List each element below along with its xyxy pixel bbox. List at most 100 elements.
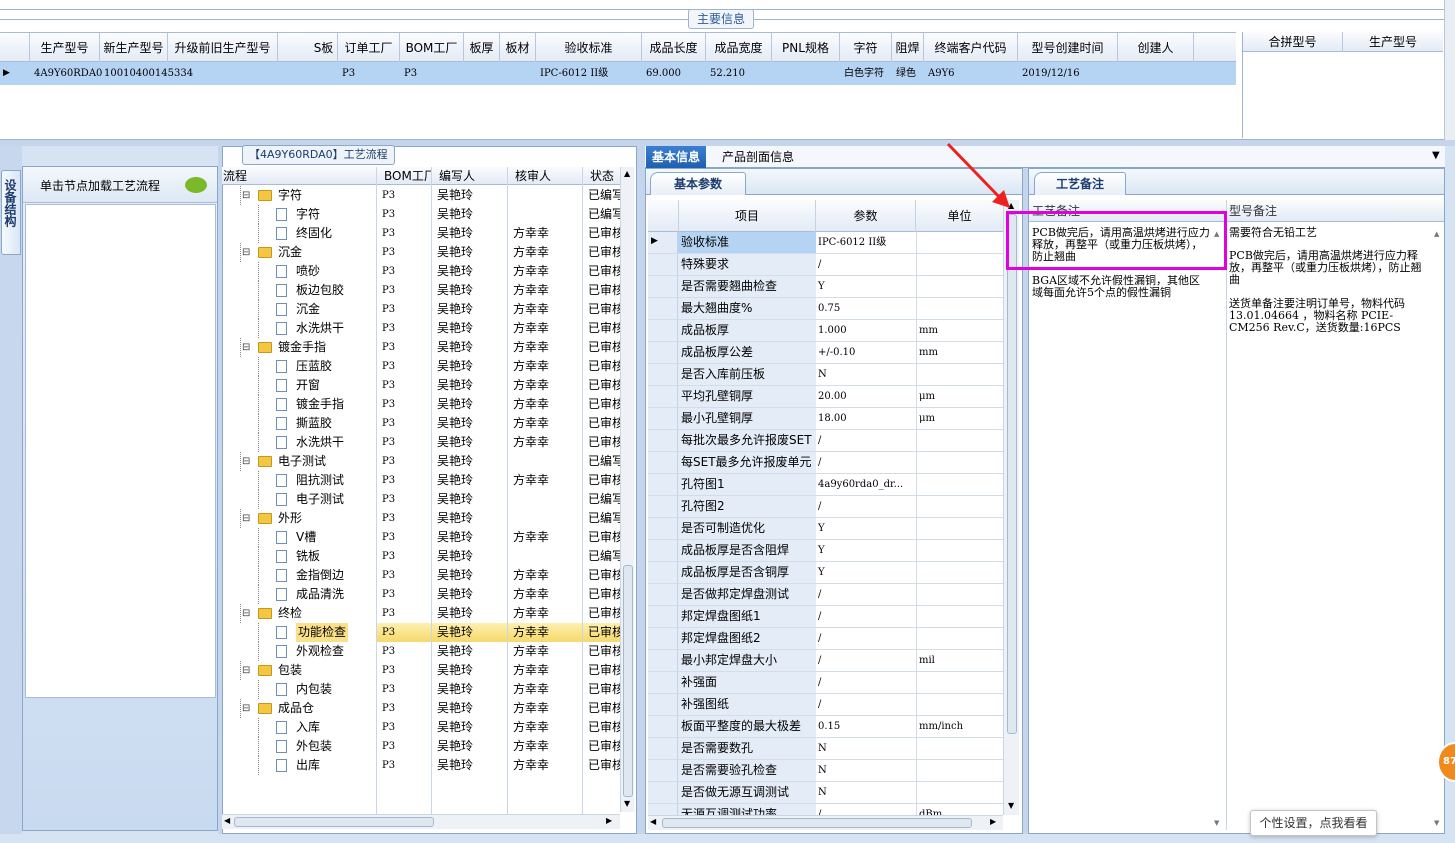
prop-row[interactable]: 补强图纸 / bbox=[648, 694, 1003, 716]
scroll-left-icon[interactable]: ◀ bbox=[650, 817, 656, 826]
prop-row[interactable]: 每批次最多允许报废SET / bbox=[648, 430, 1003, 452]
prop-unit bbox=[916, 584, 1003, 605]
prop-value[interactable]: +/-0.10 bbox=[816, 342, 916, 363]
prop-value[interactable]: 0.15 bbox=[816, 716, 916, 737]
prop-row[interactable]: 邦定焊盘图纸2/ bbox=[648, 628, 1003, 650]
prop-value[interactable]: N bbox=[816, 760, 916, 781]
prop-row[interactable]: 成品板厚是否含铜厚 Y bbox=[648, 562, 1003, 584]
props-vscrollbar[interactable]: ▲ ▼ bbox=[1003, 200, 1019, 815]
tree-hscrollbar[interactable]: ◀ ▶ bbox=[222, 814, 620, 829]
prop-row-header bbox=[648, 430, 678, 451]
prop-unit: mm bbox=[916, 342, 1003, 363]
scroll-left-icon[interactable]: ◀ bbox=[224, 816, 230, 825]
prop-row-header bbox=[648, 320, 678, 341]
prop-value[interactable]: Y bbox=[816, 540, 916, 561]
scroll-right-icon[interactable]: ▶ bbox=[606, 816, 612, 825]
prop-value[interactable]: / bbox=[816, 694, 916, 715]
prop-row[interactable]: 是否做无源互调测试 N bbox=[648, 782, 1003, 804]
prop-value[interactable]: / bbox=[816, 804, 916, 815]
prop-row[interactable]: 平均孔壁铜厚 20.00 μm bbox=[648, 386, 1003, 408]
prop-value[interactable]: / bbox=[816, 452, 916, 473]
prop-row[interactable]: 每SET最多允许报废单元 / bbox=[648, 452, 1003, 474]
prop-value[interactable]: / bbox=[816, 584, 916, 605]
prop-row[interactable]: 是否入库前压板 N bbox=[648, 364, 1003, 386]
prop-unit bbox=[916, 430, 1003, 451]
prop-row-header bbox=[648, 628, 678, 649]
prop-row-header bbox=[648, 760, 678, 781]
prop-unit bbox=[916, 628, 1003, 649]
prop-value[interactable]: N bbox=[816, 364, 916, 385]
prop-value[interactable]: / bbox=[816, 650, 916, 671]
prop-row[interactable]: 最小孔壁铜厚 18.00 μm bbox=[648, 408, 1003, 430]
model-note-1: 需要符合无铅工艺 bbox=[1229, 226, 1317, 239]
prop-unit: mm/inch bbox=[916, 716, 1003, 737]
prop-row[interactable]: 成品板厚公差 +/-0.10 mm bbox=[648, 342, 1003, 364]
prop-row[interactable]: 成品板厚是否含阻焊 Y bbox=[648, 540, 1003, 562]
prop-row[interactable]: ▶ 验收标准 IPC-6012 II级 bbox=[648, 232, 1003, 254]
subtab-process-notes[interactable]: 工艺备注 bbox=[1034, 172, 1126, 195]
prop-value[interactable]: 18.00 bbox=[816, 408, 916, 429]
scroll-down-icon[interactable]: ▼ bbox=[1008, 801, 1014, 810]
prop-value[interactable]: 1.000 bbox=[816, 320, 916, 341]
model-note-3: 送货单备注要注明订单号，物料代码13.01.04664 ，物料名称 PCIE-C… bbox=[1229, 297, 1405, 334]
prop-value[interactable]: 0.75 bbox=[816, 298, 916, 319]
prop-row[interactable]: 补强面 / bbox=[648, 672, 1003, 694]
prop-row[interactable]: 板面平整度的最大极差 0.15 mm/inch bbox=[648, 716, 1003, 738]
prop-row[interactable]: 孔符图2/ bbox=[648, 496, 1003, 518]
note-scroll-up-icon[interactable]: ▲ bbox=[1434, 230, 1439, 238]
model-notes-col[interactable]: 型号备注 bbox=[1229, 200, 1277, 222]
prop-value[interactable]: / bbox=[816, 672, 916, 693]
prop-value[interactable]: Y bbox=[816, 518, 916, 539]
prop-unit bbox=[916, 364, 1003, 385]
prop-unit bbox=[916, 760, 1003, 781]
prop-value[interactable]: Y bbox=[816, 562, 916, 583]
prop-unit bbox=[916, 496, 1003, 517]
note-scroll-down-icon[interactable]: ▼ bbox=[1214, 819, 1219, 827]
prop-unit bbox=[916, 782, 1003, 803]
prop-row[interactable]: 无源互调测试功率 / dBm bbox=[648, 804, 1003, 815]
prop-row[interactable]: 邦定焊盘图纸1/ bbox=[648, 606, 1003, 628]
note-scroll-down-icon[interactable]: ▼ bbox=[1434, 819, 1439, 827]
prop-row[interactable]: 最大翘曲度% 0.75 bbox=[648, 298, 1003, 320]
prop-value[interactable]: N bbox=[816, 782, 916, 803]
prop-value[interactable]: / bbox=[816, 254, 916, 275]
prop-row-header bbox=[648, 804, 678, 815]
prop-value[interactable]: / bbox=[816, 606, 916, 627]
scroll-right-icon[interactable]: ▶ bbox=[990, 817, 996, 826]
prop-row[interactable]: 孔符图1 4a9y60rda0_dr... bbox=[648, 474, 1003, 496]
prop-row-header bbox=[648, 254, 678, 275]
prop-row-header bbox=[648, 584, 678, 605]
prop-row[interactable]: 是否可制造优化 Y bbox=[648, 518, 1003, 540]
prop-row[interactable]: 成品板厚 1.000 mm bbox=[648, 320, 1003, 342]
prop-row-header bbox=[648, 496, 678, 517]
highlight-box bbox=[1006, 211, 1227, 270]
prop-row[interactable]: 是否做邦定焊盘测试 / bbox=[648, 584, 1003, 606]
prop-value[interactable]: IPC-6012 II级 bbox=[816, 232, 916, 253]
prop-row-header bbox=[648, 606, 678, 627]
prop-unit bbox=[916, 518, 1003, 539]
prop-row[interactable]: 特殊要求 / bbox=[648, 254, 1003, 276]
prop-row-header bbox=[648, 298, 678, 319]
prop-value[interactable]: Y bbox=[816, 276, 916, 297]
prop-value[interactable]: 20.00 bbox=[816, 386, 916, 407]
prop-unit bbox=[916, 254, 1003, 275]
prop-value[interactable]: / bbox=[816, 430, 916, 451]
prop-value[interactable]: / bbox=[816, 496, 916, 517]
prop-row[interactable]: 最小邦定焊盘大小 / mil bbox=[648, 650, 1003, 672]
prop-unit: μm bbox=[916, 386, 1003, 407]
prop-row[interactable]: 是否需要验孔检查 N bbox=[648, 760, 1003, 782]
props-hscrollbar[interactable]: ◀ ▶ bbox=[648, 815, 1003, 830]
prop-value[interactable]: 4a9y60rda0_dr... bbox=[816, 474, 916, 495]
prop-value[interactable]: / bbox=[816, 628, 916, 649]
settings-tooltip[interactable]: 个性设置，点我看看 bbox=[1250, 810, 1377, 836]
prop-row-header bbox=[648, 364, 678, 385]
prop-unit bbox=[916, 672, 1003, 693]
prop-row[interactable]: 是否需要数孔 N bbox=[648, 738, 1003, 760]
prop-unit bbox=[916, 276, 1003, 297]
model-note-2: PCB做完后，请用高温烘烤进行应力释放，再整平（或重力压板烘烤），防止翘曲 bbox=[1229, 249, 1422, 286]
prop-row-header bbox=[648, 474, 678, 495]
prop-unit bbox=[916, 232, 1003, 253]
prop-row[interactable]: 是否需要翘曲检查 Y bbox=[648, 276, 1003, 298]
prop-row-header bbox=[648, 518, 678, 539]
prop-value[interactable]: N bbox=[816, 738, 916, 759]
